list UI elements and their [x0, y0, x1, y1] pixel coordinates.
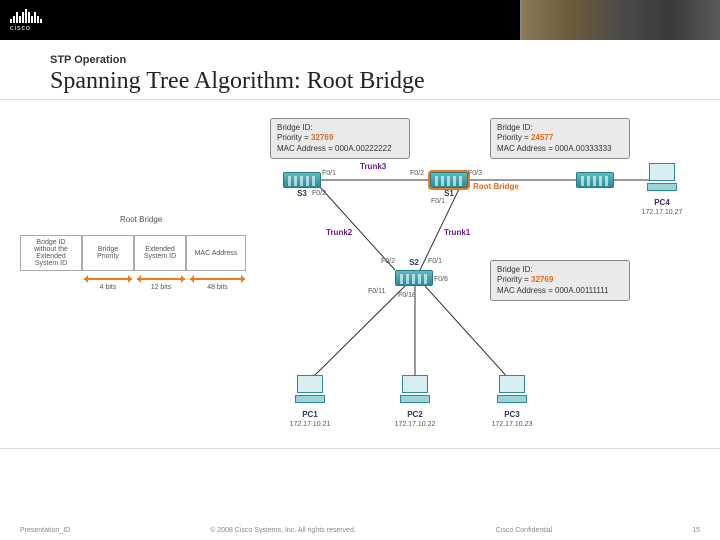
- page-title: Spanning Tree Algorithm: Root Bridge: [50, 68, 690, 95]
- cisco-wordmark: cisco: [10, 25, 42, 32]
- port-s1-f03: F0/3: [468, 170, 482, 177]
- port-s2-f01: F0/1: [428, 258, 442, 265]
- trunk3-label: Trunk3: [360, 162, 386, 171]
- bid-cell-mac: MAC Address: [186, 235, 246, 271]
- bid-s1-l2p: Priority =: [497, 133, 531, 142]
- bid-box-s1: Bridge ID: Priority = 24577 MAC Address …: [490, 118, 630, 159]
- pc4-ip: 172.17.10.27: [632, 209, 692, 216]
- bid-cell-extsys: Extended System ID: [134, 235, 186, 271]
- pc4-icon: [645, 163, 679, 197]
- footer-left: Presentation_ID: [20, 527, 70, 534]
- bid-s1-mac: MAC Address = 000A.00333333: [497, 144, 612, 153]
- port-s2-f011: F0/11: [368, 288, 385, 295]
- pc4-label: PC4: [642, 198, 682, 207]
- bid-s3-priority: 32769: [311, 133, 333, 142]
- footer-page: 15: [692, 527, 700, 534]
- footer: Presentation_ID © 2008 Cisco Systems, In…: [0, 527, 720, 534]
- switch-s2: [395, 270, 433, 286]
- footer-mid: © 2008 Cisco Systems, Inc. All rights re…: [210, 527, 356, 534]
- pc1-icon: [293, 375, 327, 409]
- bid-s2-l2p: Priority =: [497, 275, 531, 284]
- pc1-ip: 172.17.10.21: [280, 421, 340, 428]
- pc1-label: PC1: [290, 410, 330, 419]
- pc3-label: PC3: [492, 410, 532, 419]
- bid-s2-mac: MAC Address = 000A.00111111: [497, 286, 609, 295]
- port-s3-f02: F0/2: [312, 190, 326, 197]
- bid-s2-l1: Bridge ID:: [497, 265, 533, 274]
- header-photo-strip: [520, 0, 720, 40]
- bid-s3-l2p: Priority =: [277, 133, 311, 142]
- bid-table-title: Root Bridge: [120, 215, 162, 224]
- arrow-12bits: [137, 278, 185, 280]
- port-s2-f06: F0/6: [434, 276, 448, 283]
- pc2-icon: [398, 375, 432, 409]
- bits-48: 48 bits: [190, 284, 245, 291]
- trunk2-label: Trunk2: [326, 228, 352, 237]
- eyebrow: STP Operation: [50, 54, 690, 66]
- pc3-icon: [495, 375, 529, 409]
- switch-edge: [576, 172, 614, 188]
- switch-s1: [430, 172, 468, 188]
- bid-box-s2: Bridge ID: Priority = 32769 MAC Address …: [490, 260, 630, 301]
- cisco-logo-bars: [10, 9, 42, 23]
- port-s1-f02: F0/2: [410, 170, 424, 177]
- pc3-ip: 172.17.10.23: [482, 421, 542, 428]
- port-s2-f018: F0/18: [398, 292, 416, 299]
- port-s2-f02: F0/2: [381, 258, 395, 265]
- bid-table: Bridge ID without the Extended System ID…: [20, 235, 246, 271]
- pc2-label: PC2: [395, 410, 435, 419]
- bits-12: 12 bits: [137, 284, 185, 291]
- bits-4: 4 bits: [84, 284, 132, 291]
- title-block: STP Operation Spanning Tree Algorithm: R…: [0, 40, 720, 99]
- bid-s3-l1: Bridge ID:: [277, 123, 313, 132]
- port-s1-f01: F0/1: [431, 198, 445, 205]
- root-bridge-label: Root Bridge: [473, 182, 519, 191]
- bid-s2-priority: 32769: [531, 275, 553, 284]
- bid-cell-priority: Bridge Priority: [82, 235, 134, 271]
- bid-s1-priority: 24577: [531, 133, 553, 142]
- arrow-4bits: [84, 278, 132, 280]
- switch-s1-label: S1: [430, 189, 468, 198]
- switch-s3: [283, 172, 321, 188]
- bid-box-s3: Bridge ID: Priority = 32769 MAC Address …: [270, 118, 410, 159]
- footer-right: Cisco Confidential: [496, 527, 552, 534]
- bid-cell-desc: Bridge ID without the Extended System ID: [20, 235, 82, 271]
- cisco-logo: cisco: [0, 9, 42, 32]
- pc2-ip: 172.17.10.22: [385, 421, 445, 428]
- bid-s3-mac: MAC Address = 000A.00222222: [277, 144, 392, 153]
- diagram-area: Bridge ID: Priority = 32769 MAC Address …: [0, 99, 720, 449]
- header-bar: cisco: [0, 0, 720, 40]
- bid-s1-l1: Bridge ID:: [497, 123, 533, 132]
- arrow-48bits: [190, 278, 245, 280]
- trunk1-label: Trunk1: [444, 228, 470, 237]
- port-s3-f01: F0/1: [322, 170, 336, 177]
